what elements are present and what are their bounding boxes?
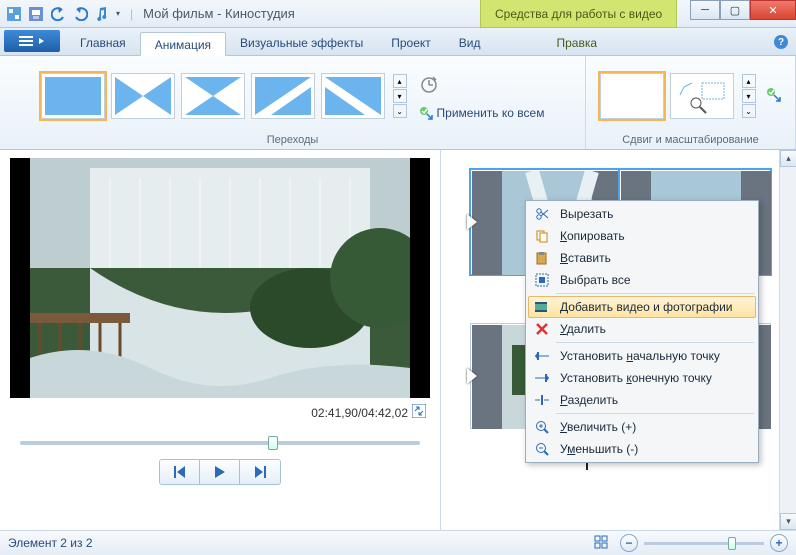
status-item-count: Элемент 2 из 2: [8, 536, 93, 550]
transition-none[interactable]: [41, 73, 105, 119]
tab-home[interactable]: Главная: [66, 31, 140, 55]
maximize-button[interactable]: ▢: [720, 0, 750, 20]
play-button[interactable]: [200, 460, 240, 484]
group-label-transitions: Переходы: [267, 132, 319, 149]
add-media-icon: [532, 298, 552, 316]
apply-to-all-button[interactable]: Применить ко всем: [419, 106, 545, 120]
preview-video: [10, 158, 430, 398]
duration-icon[interactable]: [419, 73, 545, 96]
copy-icon: [532, 227, 552, 245]
transitions-scroll-up[interactable]: ▴: [393, 74, 407, 88]
panzoom-expand[interactable]: ⌄: [742, 104, 756, 118]
zoom-thumb[interactable]: [728, 537, 736, 550]
menu-set-start[interactable]: Установить начальную точку: [528, 345, 756, 367]
music-icon[interactable]: [94, 6, 110, 22]
next-frame-button[interactable]: [240, 460, 280, 484]
play-marker-icon: [467, 214, 477, 230]
menu-set-end[interactable]: Установить конечную точку: [528, 367, 756, 389]
transitions-expand[interactable]: ⌄: [393, 104, 407, 118]
transition-diag2[interactable]: [321, 73, 385, 119]
tab-effects[interactable]: Визуальные эффекты: [226, 31, 377, 55]
play-marker-icon: [467, 368, 477, 384]
window-title: Мой фильм - Киностудия: [143, 6, 295, 21]
quick-access-toolbar: ▾: [0, 6, 126, 22]
menu-add-media[interactable]: Добавить видео и фотографии: [528, 296, 756, 318]
menu-cut[interactable]: Вырезать: [528, 203, 756, 225]
paste-icon: [532, 249, 552, 267]
tab-view[interactable]: Вид: [445, 31, 495, 55]
save-icon[interactable]: [28, 6, 44, 22]
app-icon: [6, 6, 22, 22]
menu-zoom-out[interactable]: Уменьшить (-): [528, 438, 756, 460]
tab-animation[interactable]: Анимация: [140, 32, 226, 56]
contextual-tab-header: Средства для работы с видео: [480, 0, 677, 28]
titlebar: ▾ | Мой фильм - Киностудия Средства для …: [0, 0, 796, 28]
window-controls: ─ ▢ ✕: [690, 0, 796, 20]
timecode: 02:41,90/04:42,02: [311, 404, 426, 421]
panzoom-scroll-up[interactable]: ▴: [742, 74, 756, 88]
panzoom-none[interactable]: [600, 73, 664, 119]
split-icon: [532, 391, 552, 409]
close-button[interactable]: ✕: [750, 0, 796, 20]
file-menu-button[interactable]: [4, 30, 60, 52]
menu-select-all[interactable]: Выбрать все: [528, 269, 756, 291]
ribbon: ▴ ▾ ⌄ Применить ко всем Переходы: [0, 56, 796, 150]
transition-diag1[interactable]: [251, 73, 315, 119]
zoom-control: − +: [620, 534, 788, 552]
seek-thumb[interactable]: [268, 436, 278, 450]
panzoom-scroll-down[interactable]: ▾: [742, 89, 756, 103]
zoom-in-icon: [532, 418, 552, 436]
menu-zoom-in[interactable]: Увеличить (+): [528, 416, 756, 438]
menu-delete[interactable]: Удалить: [528, 318, 756, 340]
fullscreen-icon[interactable]: [412, 404, 426, 421]
panzoom-apply-all-icon[interactable]: [766, 87, 782, 106]
set-start-icon: [532, 347, 552, 365]
undo-icon[interactable]: [50, 6, 66, 22]
zoom-out-icon: [532, 440, 552, 458]
storyboard-scrollbar[interactable]: ▴ ▾: [779, 150, 796, 530]
delete-icon: [532, 320, 552, 338]
help-icon[interactable]: ?: [774, 35, 788, 49]
transition-bowtie[interactable]: [181, 73, 245, 119]
transition-cross[interactable]: [111, 73, 175, 119]
scroll-up-icon[interactable]: ▴: [780, 150, 796, 167]
menu-paste[interactable]: Вставить: [528, 247, 756, 269]
select-all-icon: [532, 271, 552, 289]
seek-slider[interactable]: [20, 441, 420, 445]
tab-edit[interactable]: Правка: [542, 31, 611, 55]
transitions-scroll-down[interactable]: ▾: [393, 89, 407, 103]
ribbon-tabs: Главная Анимация Визуальные эффекты Прое…: [0, 28, 796, 56]
redo-icon[interactable]: [72, 6, 88, 22]
qat-dropdown-icon[interactable]: ▾: [116, 9, 120, 18]
set-end-icon: [532, 369, 552, 387]
scroll-down-icon[interactable]: ▾: [780, 513, 796, 530]
zoom-in-button[interactable]: +: [770, 534, 788, 552]
scissors-icon: [532, 205, 552, 223]
prev-frame-button[interactable]: [160, 460, 200, 484]
panzoom-auto[interactable]: [670, 73, 734, 119]
minimize-button[interactable]: ─: [690, 0, 720, 20]
zoom-slider[interactable]: [644, 542, 764, 545]
playback-controls: [159, 459, 281, 485]
preview-pane: 02:41,90/04:42,02: [0, 150, 440, 530]
group-label-panzoom: Сдвиг и масштабирование: [622, 132, 759, 149]
menu-copy[interactable]: ККопироватьопировать: [528, 225, 756, 247]
menu-split[interactable]: Разделить: [528, 389, 756, 411]
tab-project[interactable]: Проект: [377, 31, 445, 55]
context-menu: Вырезать ККопироватьопировать Вставить В…: [525, 200, 759, 463]
thumbnails-view-icon[interactable]: [594, 535, 610, 552]
statusbar: Элемент 2 из 2 − +: [0, 530, 796, 555]
zoom-out-button[interactable]: −: [620, 534, 638, 552]
